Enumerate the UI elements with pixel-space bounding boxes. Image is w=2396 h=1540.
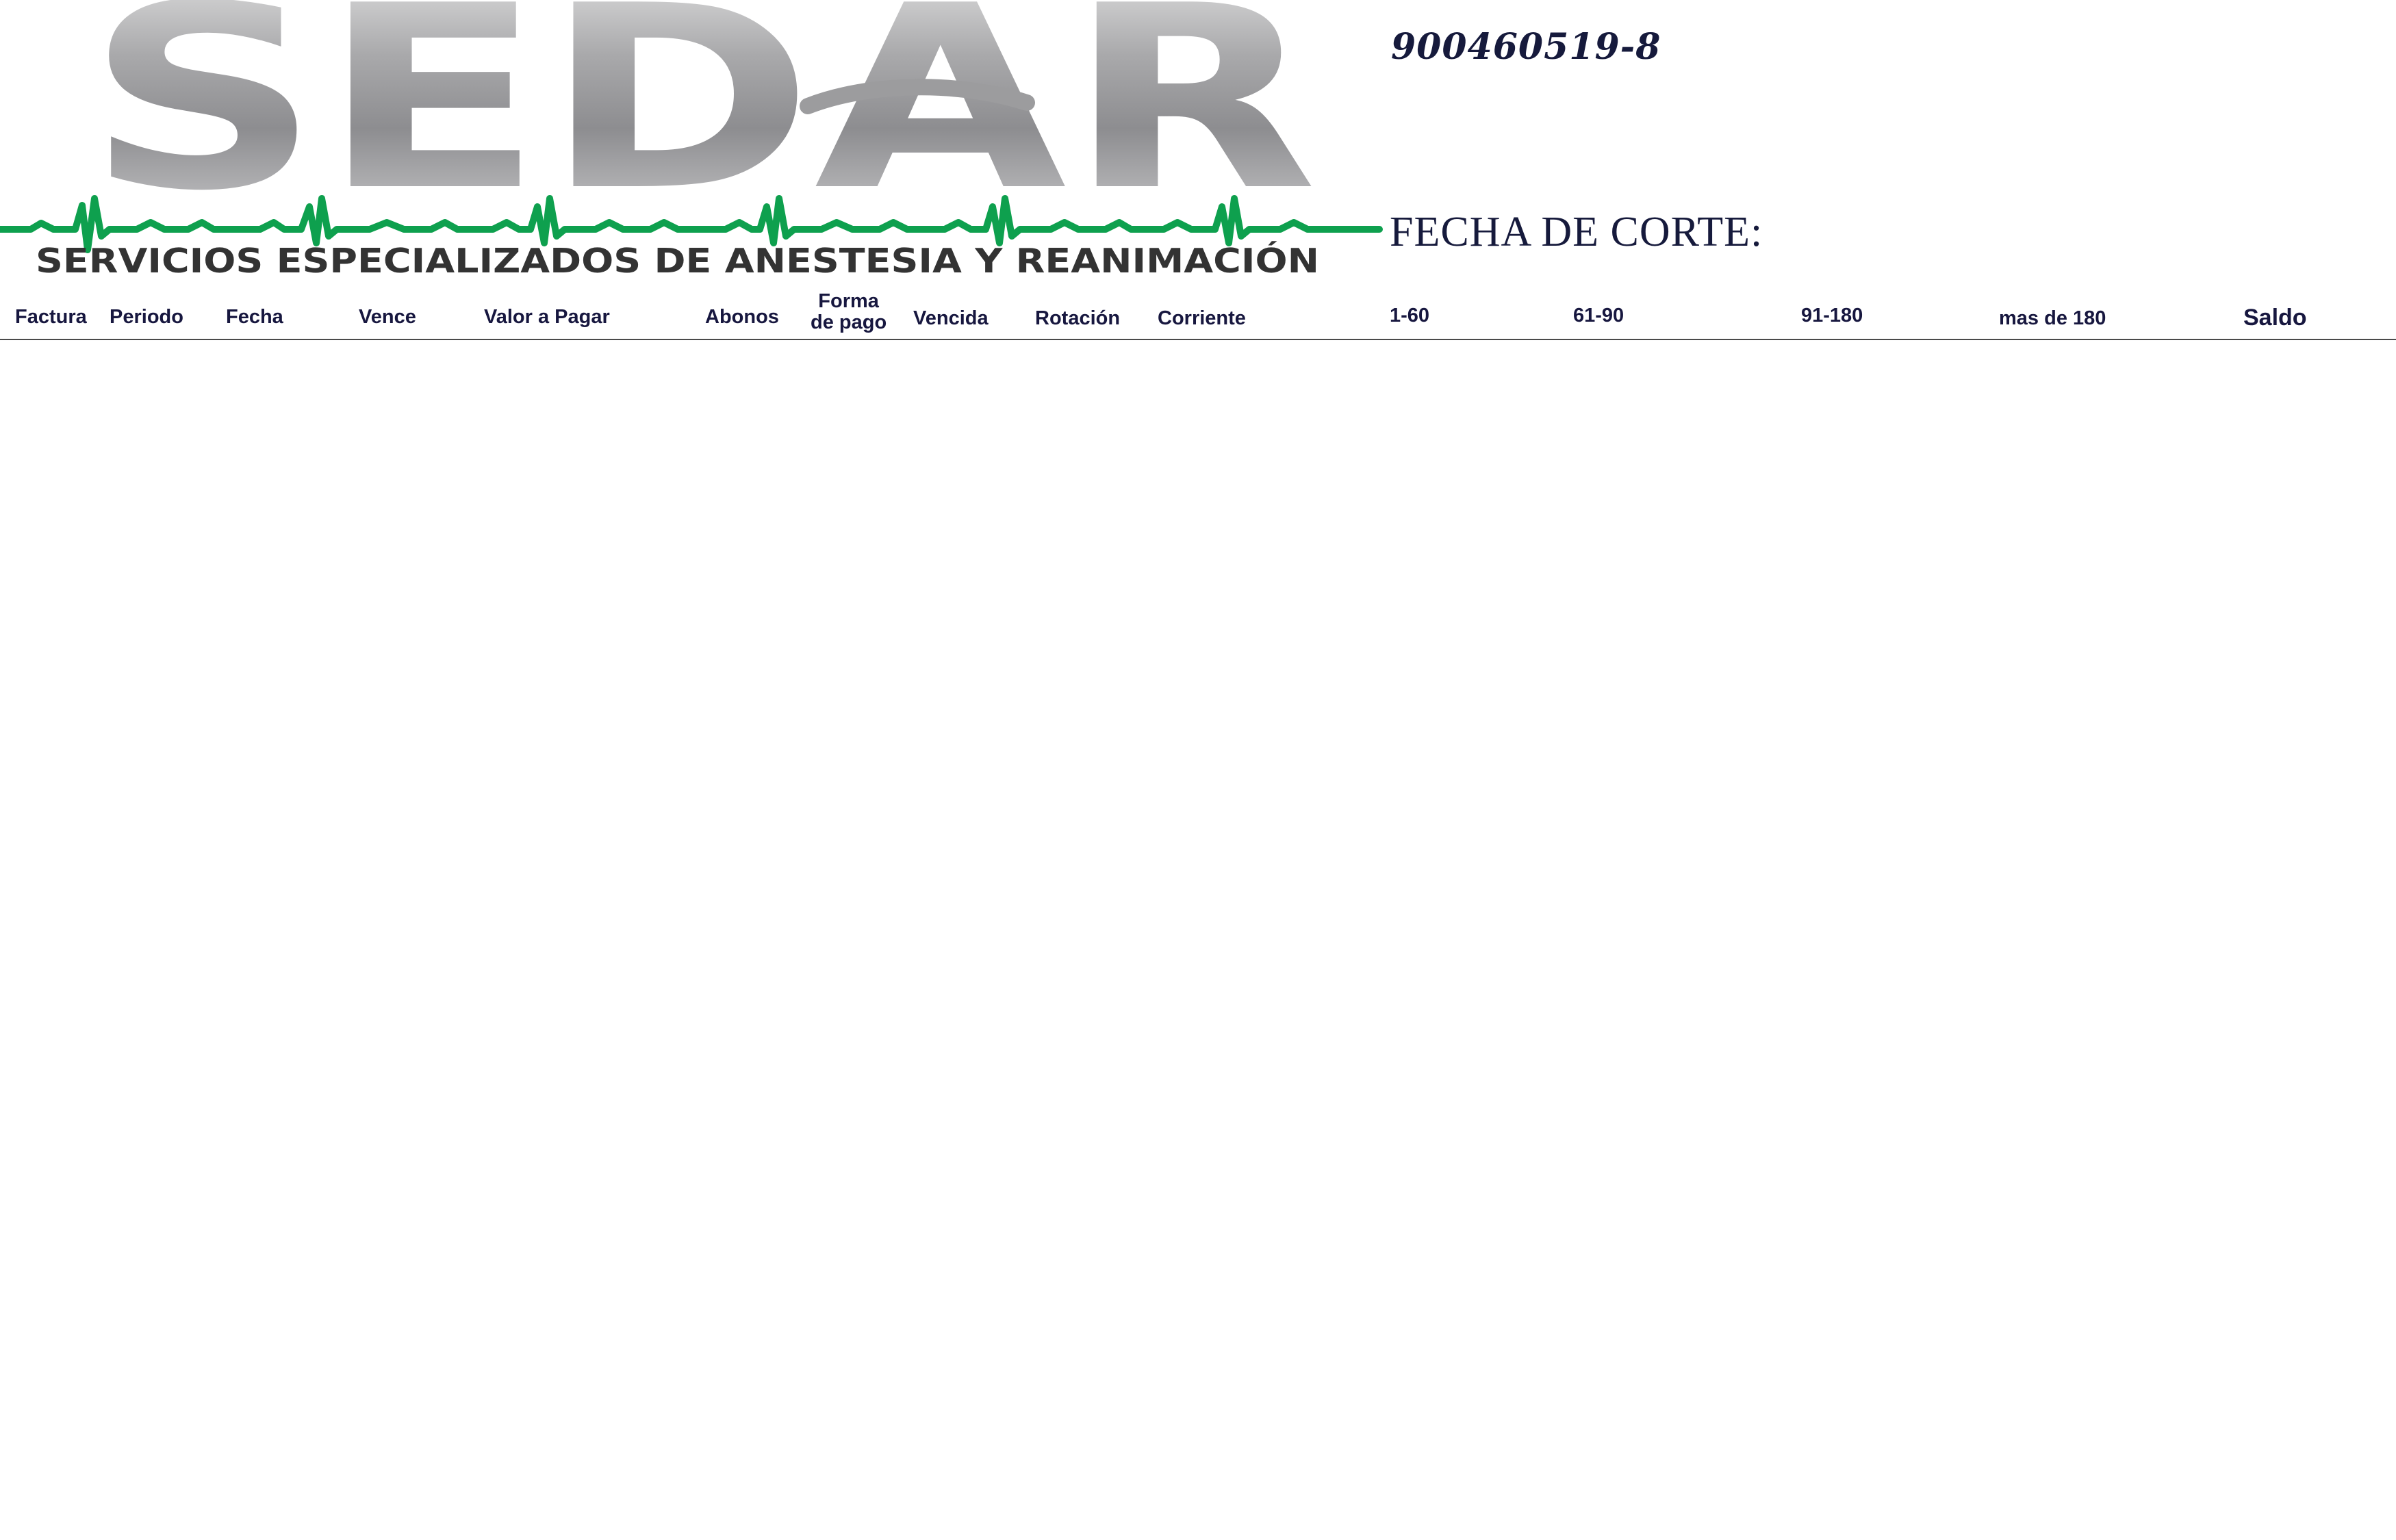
sedar-logo: SEDAR SERVICIOS ESPECIALIZADOS DE ANESTE… xyxy=(0,0,1383,287)
col-header-corriente: Corriente xyxy=(1158,307,1246,329)
col-header-periodo: Periodo xyxy=(110,306,183,328)
fecha-de-corte-label: FECHA DE CORTE: xyxy=(1390,209,1763,255)
col-header-forma-line2: de pago xyxy=(811,311,887,333)
col-header-91-180: 91-180 xyxy=(1801,305,1863,326)
col-header-abonos: Abonos xyxy=(705,306,779,328)
nit-number: 900460519-8 xyxy=(1391,26,1661,68)
col-header-61-90: 61-90 xyxy=(1573,305,1624,326)
col-header-rotacion: Rotación xyxy=(1035,307,1121,329)
header-divider xyxy=(0,339,2396,340)
col-header-forma-de-pago: Forma de pago xyxy=(811,291,887,333)
logo-tagline: SERVICIOS ESPECIALIZADOS DE ANESTESIA Y … xyxy=(36,240,1319,281)
col-header-fecha: Fecha xyxy=(226,306,283,328)
col-header-saldo: Saldo xyxy=(2243,305,2307,331)
col-header-vence: Vence xyxy=(359,306,416,328)
col-header-vencida: Vencida xyxy=(913,307,989,329)
col-header-1-60: 1-60 xyxy=(1390,305,1430,326)
col-header-valor-a-pagar: Valor a Pagar xyxy=(484,306,610,328)
col-header-forma-line1: Forma xyxy=(818,290,879,312)
logo-wordmark: SEDAR xyxy=(86,0,1318,246)
col-header-factura: Factura xyxy=(15,306,87,328)
col-header-mas-de-180: mas de 180 xyxy=(1999,307,2106,329)
